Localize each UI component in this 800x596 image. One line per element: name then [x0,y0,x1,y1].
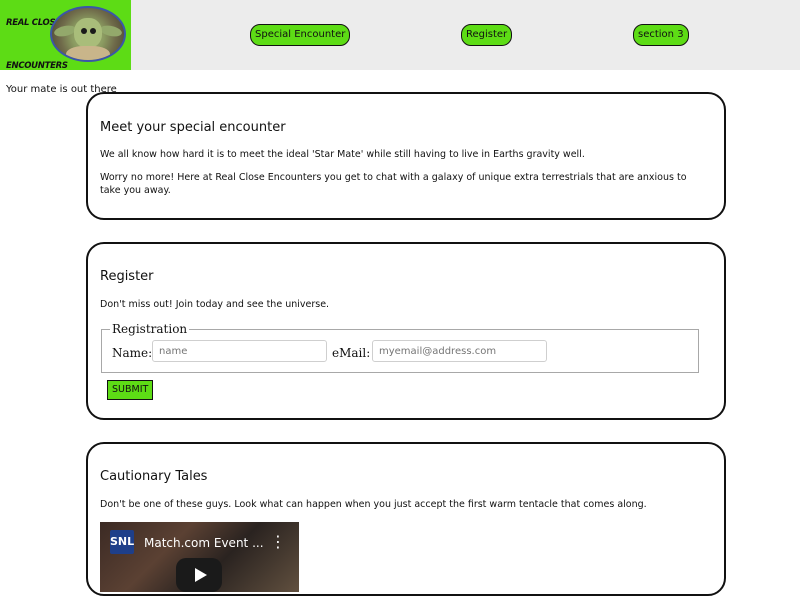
more-vert-icon[interactable]: ⋮ [270,534,286,550]
name-label: Name: [112,346,153,360]
tales-title: Cautionary Tales [100,469,208,484]
cautionary-tales-section: Cautionary Tales Don't be one of these g… [86,442,726,596]
snl-channel-logo[interactable]: SNL [110,530,134,554]
email-input[interactable] [372,340,547,362]
register-title: Register [100,269,154,284]
register-paragraph: Don't miss out! Join today and see the u… [100,299,330,310]
registration-fieldset: Registration Name: eMail: [101,322,699,373]
intro-title: Meet your special encounter [100,120,286,135]
name-input[interactable] [152,340,327,362]
play-icon[interactable] [176,558,222,592]
intro-paragraph-1: We all know how hard it is to meet the i… [100,149,585,160]
video-title[interactable]: Match.com Event ... [144,536,264,550]
alien-baby-logo [50,6,126,62]
register-section: Register Don't miss out! Join today and … [86,242,726,420]
brand-name-line2: ENCOUNTERS [6,61,68,70]
intro-paragraph-2: Worry no more! Here at Real Close Encoun… [100,172,687,196]
email-label: eMail: [332,346,371,360]
intro-section: Meet your special encounter We all know … [86,92,726,220]
nav-register[interactable]: Register [461,24,513,46]
site-header: REAL CLOSE ENCOUNTERS Special Encounter … [0,0,800,70]
video-embed[interactable]: SNL Match.com Event ... ⋮ [100,522,299,592]
brand-block[interactable]: REAL CLOSE ENCOUNTERS [0,0,131,70]
tales-paragraph: Don't be one of these guys. Look what ca… [100,499,647,510]
nav-section-3[interactable]: section 3 [633,24,689,46]
submit-button[interactable]: SUBMIT [107,380,154,400]
nav-special-encounter[interactable]: Special Encounter [250,24,351,46]
registration-legend: Registration [110,322,190,336]
